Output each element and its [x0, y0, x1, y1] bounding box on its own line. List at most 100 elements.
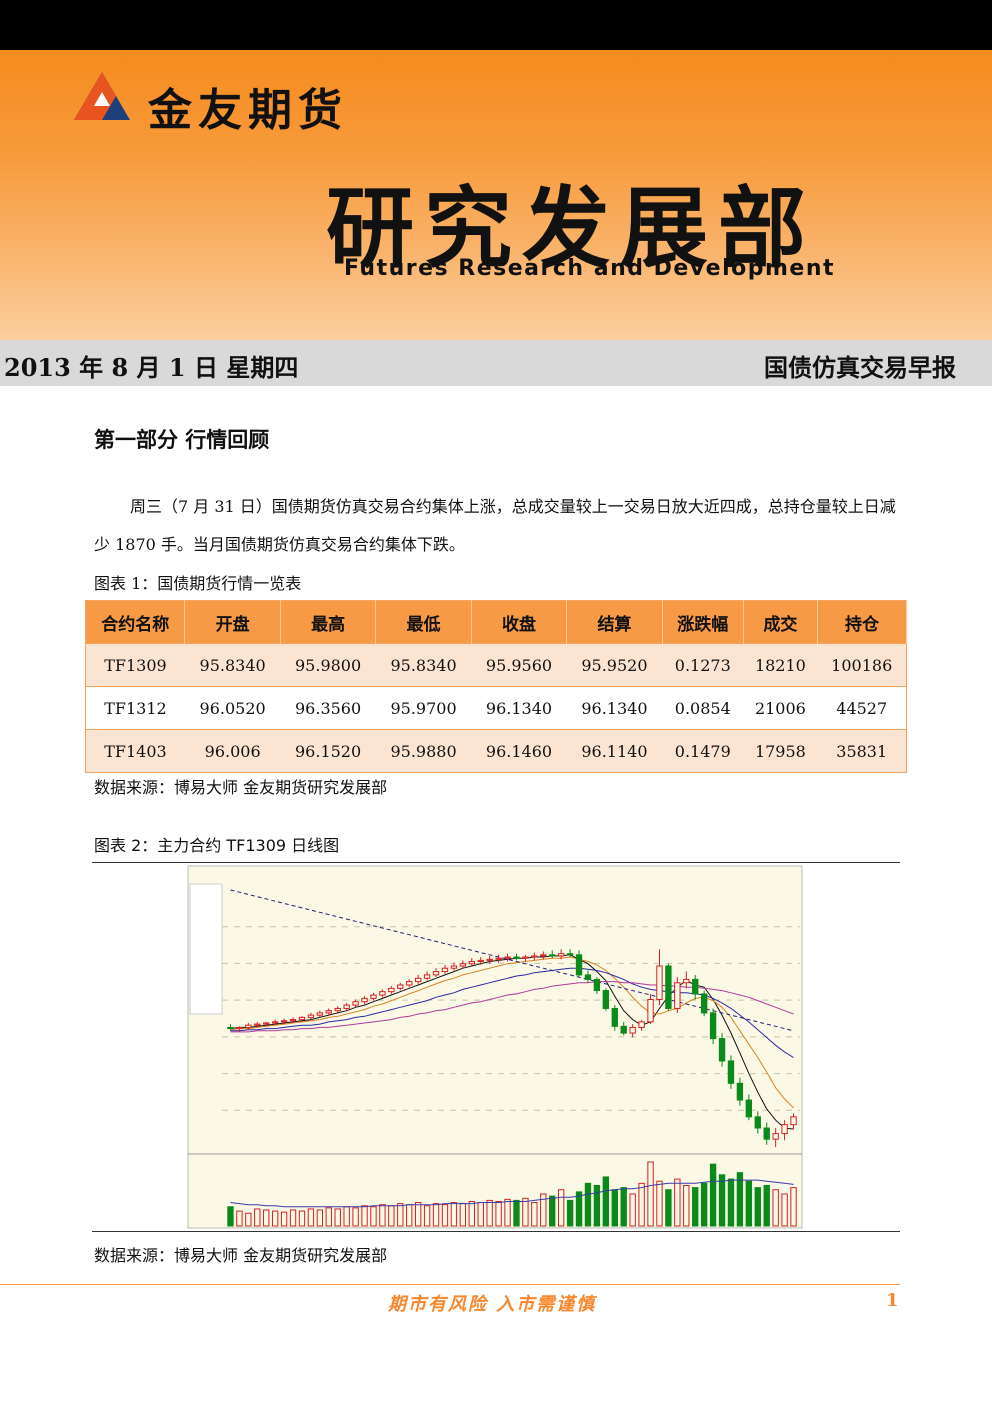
volume-bar	[307, 1208, 315, 1227]
date-bar: 2013 年 8 月 1 日 星期四 国债仿真交易早报	[0, 340, 992, 386]
candle-body	[271, 1021, 279, 1024]
chart-bottom-rule	[92, 1231, 900, 1232]
table-cell: 95.8340	[375, 643, 472, 687]
header-cell: 最低	[375, 600, 472, 644]
candle-body	[361, 997, 368, 1003]
volume-bar	[352, 1207, 359, 1227]
volume-bar	[593, 1184, 601, 1227]
volume-bar	[557, 1189, 565, 1227]
volume-bar	[495, 1200, 502, 1227]
table-cell: 21006	[743, 686, 818, 730]
volume-bar	[647, 1161, 654, 1227]
page-number: 1	[886, 1290, 899, 1311]
header-cell: 涨跌幅	[662, 600, 744, 644]
market-review-paragraph: 周三（7 月 31 日）国债期货仿真交易合约集体上涨，总成交量较上一交易日放大近…	[94, 497, 896, 554]
footer-rule	[0, 1284, 900, 1285]
candle-body	[566, 953, 574, 956]
candle-body	[718, 1038, 726, 1062]
volume-bar	[745, 1180, 753, 1227]
candle-body	[495, 957, 502, 960]
header-cell: 成交	[743, 600, 818, 644]
volume-bar	[468, 1200, 475, 1227]
candle-body	[674, 982, 681, 1009]
volume-bar	[271, 1210, 279, 1227]
header-cell: 结算	[566, 600, 663, 644]
volume-bar	[781, 1193, 788, 1227]
header-cell: 收盘	[471, 600, 568, 644]
volume-bar	[629, 1193, 636, 1227]
quotes-table: 合约名称 开盘 最高 最低 收盘 结算 涨跌幅 成交 持仓 TF1309 95.…	[85, 600, 908, 773]
candle-body	[280, 1020, 288, 1023]
table-cell: 95.9880	[375, 729, 472, 773]
header-cell: 最高	[280, 600, 377, 644]
volume-bar	[709, 1163, 717, 1227]
candle-body	[423, 974, 431, 979]
header-cell: 合约名称	[85, 600, 186, 644]
candle-body	[727, 1060, 735, 1084]
volume-bar	[334, 1208, 341, 1227]
volume-bar	[486, 1199, 493, 1227]
section-title: 第一部分 行情回顾	[94, 428, 270, 452]
table-row: TF1403 96.006 96.1520 95.9880 96.1460 96…	[85, 729, 907, 773]
volume-bar	[718, 1174, 726, 1227]
candlestick-chart	[187, 865, 803, 1229]
department-subtitle: Futures Research and Development	[344, 256, 836, 281]
volume-bar	[397, 1203, 404, 1227]
header-cell: 持仓	[817, 600, 908, 644]
candle-body	[763, 1127, 770, 1140]
table-source: 数据来源：博易大师 金友期货研究发展部	[94, 778, 388, 797]
candle-body	[531, 955, 538, 958]
candle-body	[388, 987, 395, 993]
table-cell: 96.1520	[280, 729, 376, 773]
volume-bar	[459, 1203, 467, 1227]
volume-bar	[611, 1189, 618, 1227]
table-header-row: 合约名称 开盘 最高 最低 收盘 结算 涨跌幅 成交 持仓	[85, 600, 908, 644]
candle-body	[772, 1133, 779, 1140]
table-cell: 44527	[817, 686, 907, 730]
candle-body	[343, 1004, 350, 1009]
volume-bar	[343, 1206, 350, 1227]
table-cell: TF1312	[85, 686, 185, 730]
volume-bar	[280, 1211, 288, 1227]
volume-bar	[513, 1199, 520, 1227]
volume-bar	[432, 1203, 440, 1227]
chart-figure	[92, 862, 900, 1232]
quote-sidebar	[189, 883, 223, 1015]
volume-bar	[361, 1205, 368, 1227]
report-title: 国债仿真交易早报	[764, 353, 956, 382]
candle-body	[352, 1001, 359, 1006]
candle-body	[647, 999, 654, 1023]
candle-body	[620, 1025, 627, 1034]
chart-source: 数据来源：博易大师 金友期货研究发展部	[94, 1246, 388, 1265]
table-cell: 0.0854	[662, 686, 744, 730]
candle-body	[504, 956, 511, 959]
volume-bar	[370, 1206, 377, 1227]
candle-body	[450, 965, 458, 969]
volume-bar	[254, 1208, 261, 1227]
table-cell: 95.8340	[184, 643, 281, 687]
footer-slogan: 期市有风险 入市需谨慎	[388, 1294, 597, 1315]
candle-body	[397, 984, 404, 989]
table-cell: 96.1140	[566, 729, 663, 773]
volume-bar	[772, 1189, 779, 1227]
volume-bar	[289, 1209, 297, 1227]
volume-bar	[566, 1199, 574, 1227]
table-row: TF1309 95.8340 95.9800 95.8340 95.9560 9…	[85, 643, 907, 687]
volume-bar	[700, 1182, 708, 1227]
candle-body	[656, 965, 663, 1001]
table-cell: 96.006	[184, 729, 281, 773]
table-cell: 17958	[743, 729, 818, 773]
candle-body	[745, 1099, 753, 1118]
volume-bar	[602, 1176, 610, 1227]
volume-bar	[727, 1178, 735, 1227]
volume-bar	[316, 1209, 324, 1227]
volume-bar	[441, 1204, 449, 1227]
volume-bar	[263, 1209, 270, 1227]
candle-body	[638, 1021, 645, 1028]
candle-body	[611, 1007, 618, 1027]
volume-bar	[549, 1195, 556, 1227]
candle-body	[263, 1022, 270, 1025]
candle-body	[629, 1026, 636, 1034]
candle-body	[683, 978, 690, 984]
table-cell: 95.9560	[471, 643, 567, 687]
